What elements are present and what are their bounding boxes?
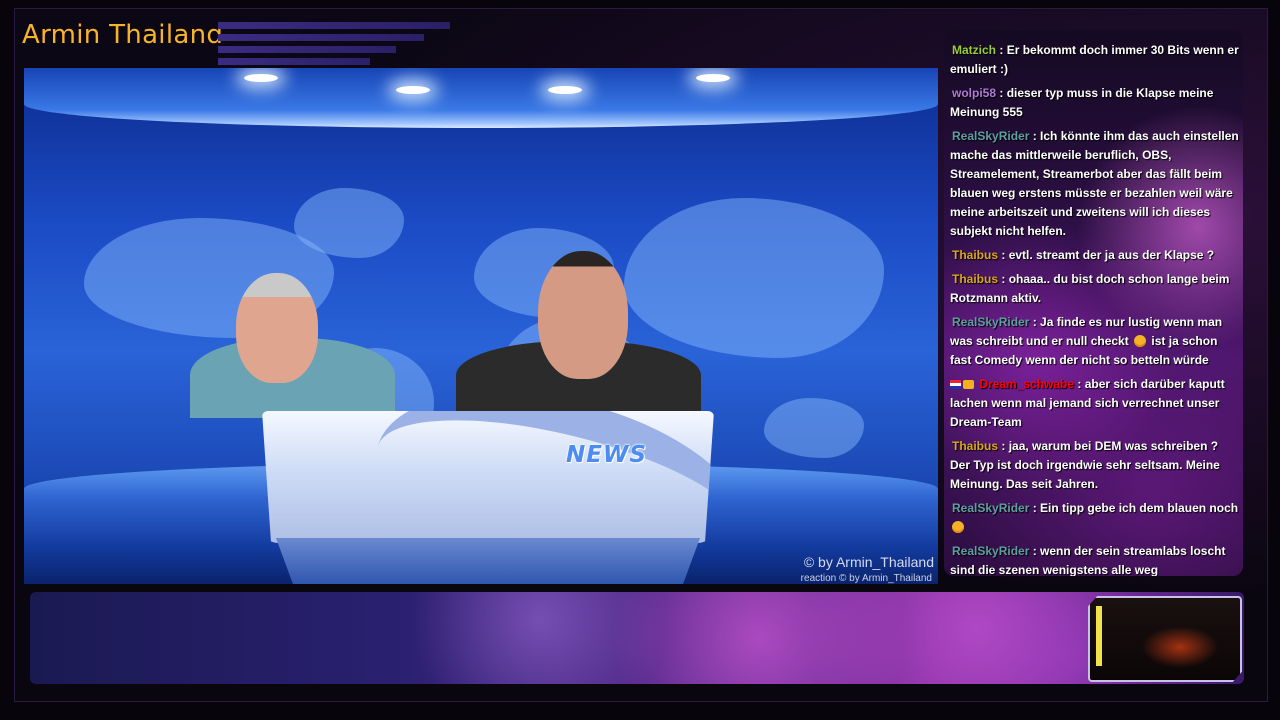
- chat-message: RealSkyRider : wenn der sein streamlabs …: [944, 542, 1243, 576]
- chat-username: RealSkyRider: [952, 315, 1030, 329]
- title-stripe: [218, 46, 396, 53]
- title-stripe: [218, 58, 370, 65]
- chat-message: wolpi58 : dieser typ muss in die Klapse …: [944, 84, 1243, 122]
- chat-username: Thaibus: [952, 272, 999, 286]
- grinning-emoji-icon: [952, 521, 964, 533]
- presenter-right-head: [538, 251, 628, 379]
- watermark-small: reaction © by Armin_Thailand: [800, 573, 932, 584]
- chat-username: Dream_schwabe: [979, 377, 1075, 391]
- secondary-camera-thumbnail: [1088, 596, 1242, 682]
- video-feed-news-studio: NEWS © by Armin_Thailand reaction © by A…: [24, 68, 938, 584]
- chat-username: Thaibus: [952, 439, 999, 453]
- chat-panel: Matzich : Er bekommt doch immer 30 Bits …: [944, 30, 1243, 576]
- chat-username: RealSkyRider: [952, 129, 1030, 143]
- chat-message-text: : Ein tipp gebe ich dem blauen noch: [1032, 501, 1239, 515]
- presenter-left: [190, 273, 400, 418]
- chat-username: RealSkyRider: [952, 501, 1030, 515]
- news-desk: [262, 411, 714, 543]
- watermark: © by Armin_Thailand: [803, 554, 934, 570]
- chat-message-text: : evtl. streamt der ja aus der Klapse ?: [1001, 248, 1215, 262]
- chat-username: Matzich: [952, 43, 997, 57]
- presenter-right: [456, 251, 701, 416]
- studio-ceiling: [24, 68, 938, 128]
- chat-message: Thaibus : evtl. streamt der ja aus der K…: [944, 246, 1243, 265]
- chat-message: Thaibus : ohaaa.. du bist doch schon lan…: [944, 270, 1243, 308]
- chat-message: Dream_schwabe : aber sich darüber kaputt…: [944, 375, 1243, 432]
- chat-message: RealSkyRider : Ich könnte ihm das auch e…: [944, 127, 1243, 241]
- title-stripe: [218, 22, 450, 29]
- ceiling-light: [548, 86, 582, 94]
- world-map-greenland: [294, 188, 404, 258]
- ceiling-light: [696, 74, 730, 82]
- chat-message: Thaibus : jaa, warum bei DEM was schreib…: [944, 437, 1243, 494]
- grinning-emoji-icon: [1134, 335, 1147, 347]
- chat-message: Matzich : Er bekommt doch immer 30 Bits …: [944, 41, 1243, 79]
- ceiling-light: [244, 74, 278, 82]
- ceiling-light: [396, 86, 430, 94]
- bottom-ticker-panel: [30, 592, 1244, 684]
- thailand-flag-badge-icon: [950, 380, 961, 389]
- news-desk-base: [276, 538, 700, 584]
- chat-username: wolpi58: [952, 86, 997, 100]
- title-stripe: [218, 34, 424, 41]
- chat-username: Thaibus: [952, 248, 999, 262]
- camera-frame-accent: [1096, 606, 1102, 666]
- channel-title: Armin Thailand: [22, 20, 224, 50]
- chat-message: RealSkyRider : Ein tipp gebe ich dem bla…: [944, 499, 1243, 537]
- chat-username: RealSkyRider: [952, 544, 1030, 558]
- news-desk-label: NEWS: [566, 442, 647, 468]
- world-map-australia: [764, 398, 864, 458]
- chat-message-text: : Ich könnte ihm das auch einstellen mac…: [950, 129, 1239, 238]
- presenter-left-head: [236, 273, 318, 383]
- chat-message: RealSkyRider : Ja finde es nur lustig we…: [944, 313, 1243, 370]
- crown-badge-icon: [963, 380, 974, 389]
